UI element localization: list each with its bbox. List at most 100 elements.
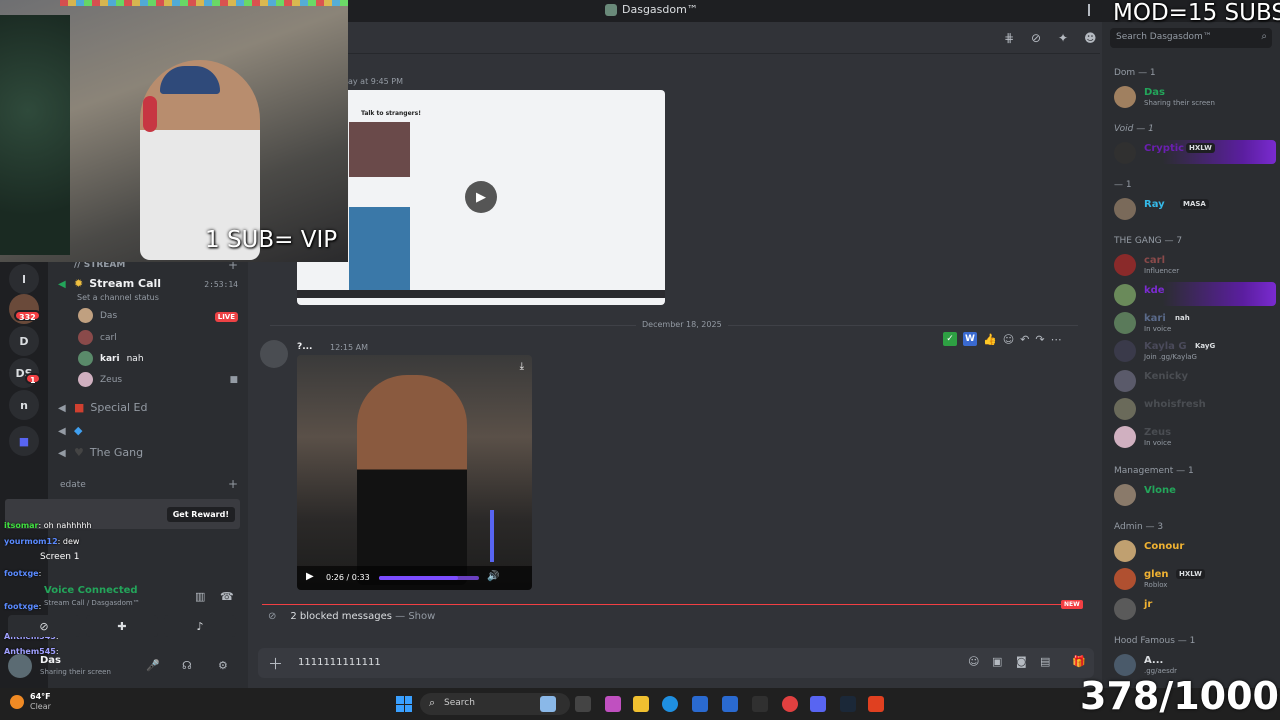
outlook-icon[interactable] [722,696,738,712]
channel-status[interactable]: Set a channel status [77,293,159,302]
member-item[interactable]: Vlone [1114,482,1276,506]
new-messages-divider [262,604,1062,605]
weather-widget[interactable]: 64°F Clear [10,692,51,712]
user-name[interactable]: Das [40,655,61,666]
reaction-w-icon[interactable]: W [963,332,977,346]
file-explorer-icon[interactable] [633,696,649,712]
volume-icon[interactable]: 🔊 [487,571,499,582]
show-blocked-link[interactable]: — Show [395,611,435,622]
member-item[interactable]: carl Influencer [1114,252,1276,276]
member-item[interactable]: jr [1114,596,1276,620]
server-button[interactable]: D [9,326,39,356]
upload-plus-icon[interactable]: ＋ [268,653,283,674]
member-item[interactable]: kari nah In voice [1114,310,1276,334]
task-view-icon[interactable] [575,696,591,712]
voice-channel-stream-call[interactable]: ◀ ✹ Stream Call [58,277,161,290]
headphones-icon[interactable]: ☊ [182,659,192,672]
volume-slider[interactable] [490,510,494,562]
voice-channel-special-ed[interactable]: ◀ ■ Special Ed [58,401,147,414]
member-item[interactable]: Das Sharing their screen [1114,84,1276,108]
add-channel-icon[interactable]: + [228,477,238,491]
gif-icon[interactable]: ▣ [992,655,1002,668]
copilot-icon[interactable] [605,696,621,712]
edge-icon[interactable] [662,696,678,712]
download-icon[interactable]: ⤓ [520,361,524,372]
image-icon[interactable]: ▤ [1040,655,1050,668]
threads-icon[interactable]: ⋕ [1004,31,1014,45]
soundboard-icon[interactable]: ♪ [164,615,236,637]
add-reaction-icon[interactable]: ☺ [1003,333,1014,346]
member-item[interactable]: Ray MASA [1114,196,1276,220]
forward-icon[interactable]: ↷ [1035,333,1044,346]
noise-suppression-icon[interactable]: ▥ [195,590,205,603]
inbox-icon[interactable] [1088,4,1098,16]
role-header: Dom — 1 [1114,68,1156,78]
member-item[interactable]: Kenicky [1114,368,1276,392]
member-item[interactable]: Conour [1114,538,1276,562]
category-edate[interactable]: edate [60,480,86,490]
activities-icon[interactable]: ✚ [86,615,158,637]
member-item[interactable]: kde [1114,282,1276,306]
weather-icon [10,695,24,709]
start-icon[interactable] [396,696,412,712]
disconnect-icon[interactable]: ☎ [220,590,234,603]
play-icon[interactable]: ▶ [465,181,497,213]
member-item[interactable]: Cryptic HXLW [1114,140,1276,164]
server-button[interactable]: n [9,390,39,420]
avatar[interactable] [260,340,288,368]
search-input[interactable]: Search Dasgasdom™ ⌕ [1110,28,1272,48]
composer-input[interactable]: 1111111111111 [298,657,381,668]
message-composer[interactable]: ＋ 1111111111111 ☺ ▣ ◙ ▤ 🎁 [258,648,1094,678]
server-button[interactable]: l [9,264,39,294]
avatar [1114,198,1136,220]
member-item[interactable]: Zeus In voice [1114,424,1276,448]
avatar[interactable] [8,654,32,678]
member-item[interactable]: whoisfresh [1114,396,1276,420]
voice-location[interactable]: Stream Call / Dasgasdom™ [44,599,140,607]
snowflake-icon [540,696,556,712]
microphone-icon[interactable]: 🎤 [146,659,160,672]
speaker-icon: ◀ [58,447,66,459]
voice-user[interactable]: carl [78,330,117,345]
settings-gear-icon[interactable]: ⚙ [218,659,228,672]
steam-icon[interactable] [840,696,856,712]
app-icon[interactable] [868,696,884,712]
message-author[interactable]: ?... [297,342,312,352]
discord-icon[interactable] [810,696,826,712]
role-header: — 1 [1114,180,1132,190]
pin-icon[interactable]: ✦ [1058,31,1068,45]
gift-icon[interactable]: 🎁 [1072,655,1086,668]
role-header: Management — 1 [1114,466,1194,476]
member-item[interactable]: A... .gg/aesdr [1114,652,1276,676]
voice-channel-the-gang[interactable]: ◀ ♥ The Gang [58,446,143,459]
sun-icon: ✹ [74,277,84,290]
voice-user[interactable]: Zeus [78,372,122,387]
get-reward-button[interactable]: Get Reward! [166,507,235,522]
video-progress-bar[interactable] [379,576,479,580]
emoji-icon[interactable]: ☺ [968,655,979,668]
play-icon[interactable]: ▶ [306,571,314,582]
user-panel: Das Sharing their screen 🎤 ☊ ⚙ [8,652,238,682]
camera-off-icon[interactable]: ⊘ [8,615,80,637]
avatar [1114,254,1136,276]
chrome-icon[interactable] [782,696,798,712]
member-item[interactable]: glen HXLW Roblox [1114,566,1276,590]
app-icon[interactable] [752,696,768,712]
mute-icon[interactable]: ⊘ [1031,31,1041,45]
store-icon[interactable] [692,696,708,712]
more-icon[interactable]: ⋯ [1051,333,1062,346]
sticker-icon[interactable]: ◙ [1016,655,1027,668]
attached-video[interactable]: ⤓ ▶ 0:26 / 0:33 🔊 [297,355,532,590]
embedded-video[interactable]: Talk to strangers! ▶ [297,90,665,305]
reply-icon[interactable]: ↶ [1020,333,1029,346]
member-item[interactable]: Kayla G KayG Join .gg/KaylaG [1114,338,1276,362]
video-time: 0:26 / 0:33 [326,573,370,582]
voice-connected-label[interactable]: Voice Connected [44,585,138,596]
reaction-thumbs-icon[interactable]: 👍 [983,333,997,346]
folder-icon[interactable]: ■ [9,426,39,456]
member-list-icon[interactable]: ☻ [1084,31,1097,45]
voice-user[interactable]: kari nah [78,351,144,366]
voice-channel-gem[interactable]: ◀ ◆ [58,424,82,437]
reaction-check-icon[interactable]: ✓ [943,332,957,346]
voice-user[interactable]: Das [78,308,117,323]
